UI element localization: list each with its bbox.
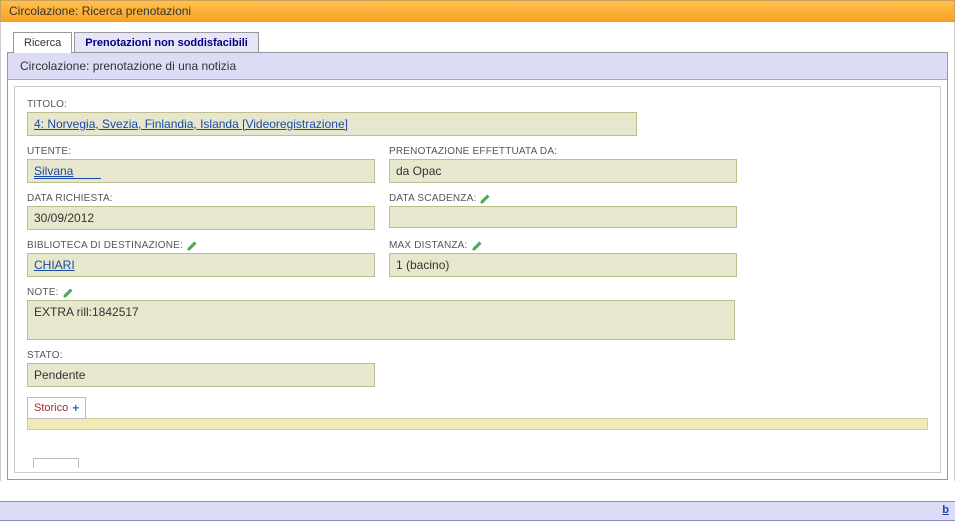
field-utente: Silvana — [27, 159, 375, 183]
label-titolo: TITOLO: — [27, 99, 928, 110]
storico-label: Storico — [34, 402, 68, 414]
label-note: NOTE: — [27, 287, 928, 298]
field-data-richiesta: 30/09/2012 — [27, 206, 375, 230]
tab-strip: Ricerca Prenotazioni non soddisfacibili — [13, 32, 950, 53]
tab-prenotazioni-label: Prenotazioni non soddisfacibili — [85, 37, 248, 49]
label-data-scadenza: DATA SCADENZA: — [389, 193, 737, 204]
field-note[interactable]: EXTRA rill:1842517 — [27, 300, 735, 340]
label-stato: STATO: — [27, 350, 375, 361]
field-max-distanza[interactable]: 1 (bacino) — [389, 253, 737, 277]
row-note: NOTE: EXTRA rill:1842517 — [27, 287, 928, 340]
tab-ricerca[interactable]: Ricerca — [13, 32, 72, 53]
pencil-icon[interactable] — [480, 193, 491, 204]
page-body: Ricerca Prenotazioni non soddisfacibili … — [0, 22, 955, 481]
row-stato: STATO: Pendente — [27, 350, 928, 387]
label-max-distanza: MAX DISTANZA: — [389, 240, 737, 251]
plus-icon: + — [72, 401, 79, 415]
reservation-form: TITOLO: 4: Norvegia, Svezia, Finlandia, … — [14, 86, 941, 473]
label-prenotazione-da: PRENOTAZIONE EFFETTUATA DA: — [389, 146, 737, 157]
row-utente-prenotazione: UTENTE: Silvana PRENOTAZIONE EFFETTUATA … — [27, 146, 928, 183]
window-title-bar: Circolazione: Ricerca prenotazioni — [0, 0, 955, 22]
label-utente: UTENTE: — [27, 146, 375, 157]
section-header-text: Circolazione: prenotazione di una notizi… — [20, 59, 236, 73]
cutoff-element — [33, 458, 79, 468]
footer-link[interactable]: b — [942, 504, 949, 516]
field-prenotazione-da: da Opac — [389, 159, 737, 183]
pencil-icon[interactable] — [187, 240, 198, 251]
pencil-icon[interactable] — [472, 240, 483, 251]
row-storico: Storico + — [27, 397, 928, 430]
window-title: Circolazione: Ricerca prenotazioni — [9, 4, 191, 18]
storico-strip — [27, 418, 928, 430]
field-biblioteca[interactable]: CHIARI — [27, 253, 375, 277]
row-titolo: TITOLO: 4: Norvegia, Svezia, Finlandia, … — [27, 99, 928, 136]
row-date: DATA RICHIESTA: 30/09/2012 DATA SCADENZA… — [27, 193, 928, 230]
pencil-icon[interactable] — [63, 287, 74, 298]
biblioteca-link[interactable]: CHIARI — [34, 258, 75, 272]
storico-button[interactable]: Storico + — [27, 397, 86, 419]
utente-link[interactable]: Silvana — [34, 164, 101, 179]
tab-content: Circolazione: prenotazione di una notizi… — [7, 52, 948, 480]
field-stato: Pendente — [27, 363, 375, 387]
footer-bar: b — [0, 501, 955, 521]
titolo-link[interactable]: 4: Norvegia, Svezia, Finlandia, Islanda … — [34, 117, 348, 131]
field-titolo: 4: Norvegia, Svezia, Finlandia, Islanda … — [27, 112, 637, 136]
field-data-scadenza[interactable] — [389, 206, 737, 228]
row-biblio-distanza: BIBLIOTECA DI DESTINAZIONE: CHIARI MAX D… — [27, 240, 928, 277]
section-header: Circolazione: prenotazione di una notizi… — [8, 53, 947, 80]
tab-ricerca-label: Ricerca — [24, 37, 61, 49]
label-data-richiesta: DATA RICHIESTA: — [27, 193, 375, 204]
tab-prenotazioni-non-soddisfacibili[interactable]: Prenotazioni non soddisfacibili — [74, 32, 259, 53]
label-biblioteca: BIBLIOTECA DI DESTINAZIONE: — [27, 240, 375, 251]
